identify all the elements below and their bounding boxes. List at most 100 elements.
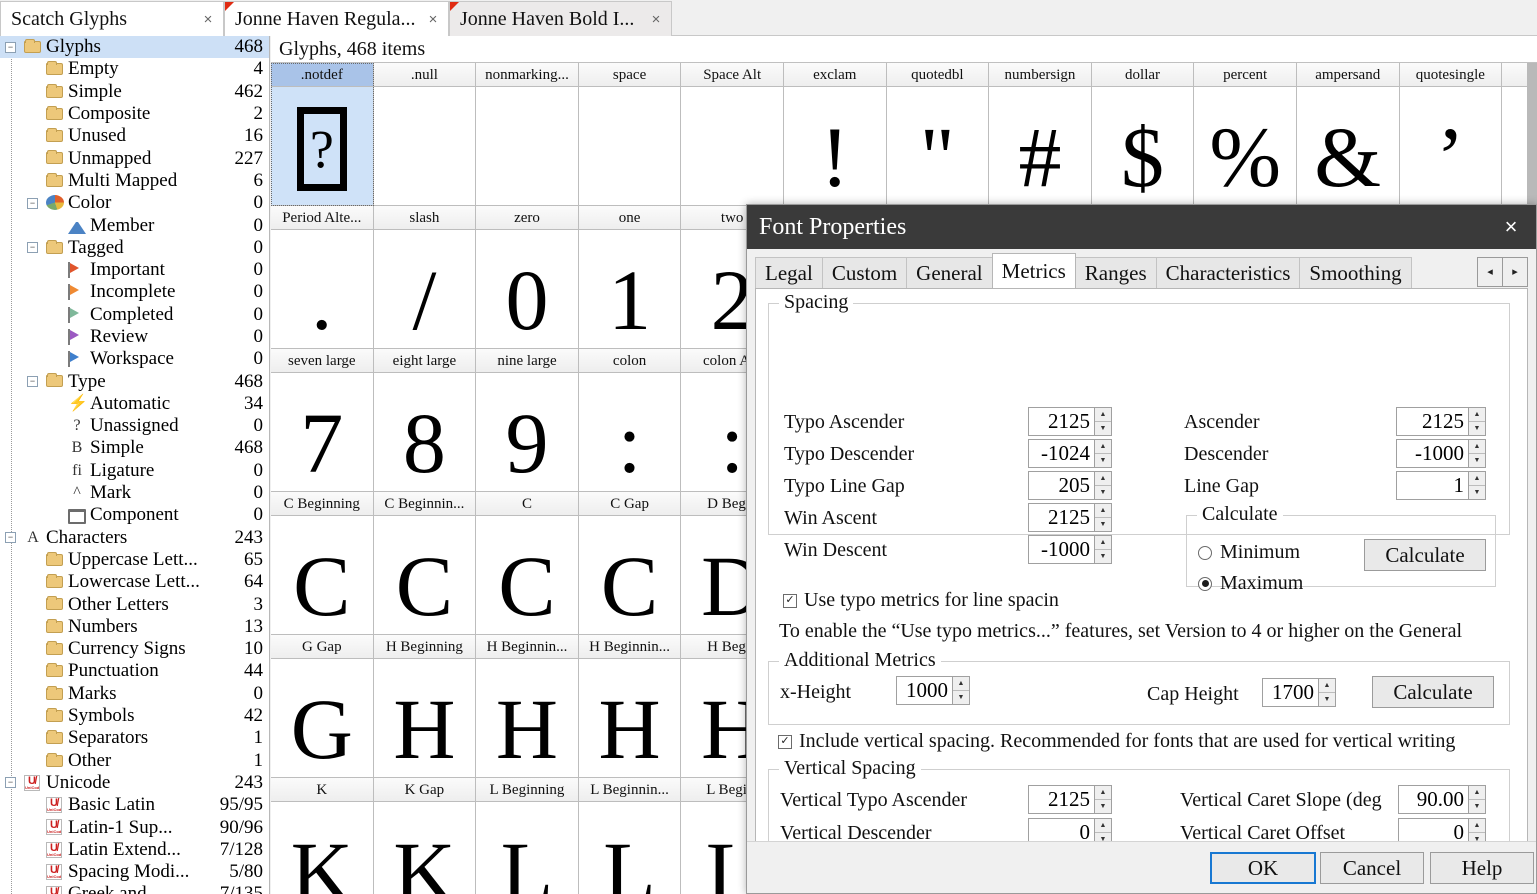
include-vertical-spacing-checkbox[interactable]: ✓ Include vertical spacing. Recommended … <box>778 730 1455 753</box>
tree-item-tagged[interactable]: − Tagged 0 <box>0 237 269 259</box>
glyph-cell[interactable]: H Beginnin... H <box>476 635 579 778</box>
tab-legal[interactable]: Legal <box>755 257 823 288</box>
tree-item-basic-latin[interactable]: U̸ UniCode Basic Latin 95/95 <box>0 794 269 816</box>
stepper-arrows[interactable]: ▲▼ <box>1094 786 1111 813</box>
glyph-cell[interactable]: CC <box>476 492 579 635</box>
ok-button[interactable]: OK <box>1210 852 1316 884</box>
x-height-value[interactable]: 1000 <box>897 677 952 704</box>
expander-collapse-icon[interactable]: − <box>5 532 16 544</box>
vertical-typo-ascender-stepper[interactable]: 2125 ▲ ▼ <box>1028 785 1112 814</box>
glyph-cell[interactable]: quotedbl " <box>886 63 990 206</box>
cap-height-stepper[interactable]: 1700 ▲ ▼ <box>1262 678 1336 707</box>
document-tab-scratch-glyphs[interactable]: Scatch Glyphs × <box>0 1 224 36</box>
tree-item-composite[interactable]: Composite 2 <box>0 103 269 125</box>
tree-item-characters[interactable]: − A Characters 243 <box>0 527 269 549</box>
tree-item-punctuation[interactable]: Punctuation 44 <box>0 660 269 682</box>
ascender-stepper[interactable]: 2125 ▲ ▼ <box>1396 407 1486 436</box>
glyph-cell[interactable]: Period Alte.... <box>271 206 374 349</box>
stepper-arrows[interactable]: ▲▼ <box>1468 472 1485 499</box>
close-icon[interactable]: × <box>424 11 442 28</box>
radio-indicator[interactable] <box>1198 576 1212 591</box>
stepper-arrows[interactable]: ▲▼ <box>1094 504 1111 531</box>
glyph-cell[interactable]: nonmarking... <box>476 63 579 206</box>
expander-collapse-icon[interactable]: − <box>27 242 38 254</box>
typo-ascender-stepper[interactable]: 2125 ▲ ▼ <box>1028 407 1112 436</box>
stepper-up-icon[interactable]: ▲ <box>1095 786 1111 800</box>
tree-item-other-letters[interactable]: Other Letters 3 <box>0 593 269 615</box>
glyph-cell[interactable]: colon: <box>578 349 682 492</box>
stepper-arrows[interactable]: ▲▼ <box>1094 536 1111 563</box>
tree-item-simple[interactable]: B Simple 468 <box>0 437 269 459</box>
stepper-up-icon[interactable]: ▲ <box>1095 440 1111 454</box>
document-tab-jonne-haven-bold-italic[interactable]: Jonne Haven Bold I... × <box>449 1 672 36</box>
descender-stepper[interactable]: -1000 ▲ ▼ <box>1396 439 1486 468</box>
chevron-left-icon[interactable]: ◂ <box>1477 256 1503 287</box>
vertical-typo-ascender-value[interactable]: 2125 <box>1029 786 1094 813</box>
stepper-up-icon[interactable]: ▲ <box>1095 408 1111 422</box>
tree-item-latin-extend[interactable]: U̸ UniCode Latin Extend... 7/128 <box>0 839 269 861</box>
tab-ranges[interactable]: Ranges <box>1074 257 1157 288</box>
expander-collapse-icon[interactable]: − <box>27 197 38 209</box>
stepper-up-icon[interactable]: ▲ <box>1319 679 1335 693</box>
checkbox-indicator[interactable]: ✓ <box>778 734 792 749</box>
typo-descender-value[interactable]: -1024 <box>1029 440 1094 467</box>
stepper-down-icon[interactable]: ▼ <box>1469 453 1485 467</box>
line-gap-value[interactable]: 1 <box>1397 472 1468 499</box>
tab-characteristics[interactable]: Characteristics <box>1155 257 1301 288</box>
tree-item-incomplete[interactable]: Incomplete 0 <box>0 281 269 303</box>
radio-indicator[interactable] <box>1198 545 1212 560</box>
glyph-cell[interactable]: eight large 8 <box>373 349 477 492</box>
tree-item-ligature[interactable]: fi Ligature 0 <box>0 460 269 482</box>
stepper-down-icon[interactable]: ▼ <box>1469 421 1485 435</box>
stepper-down-icon[interactable]: ▼ <box>953 690 969 704</box>
stepper-down-icon[interactable]: ▼ <box>1095 453 1111 467</box>
glyph-cell[interactable]: quotesingle ’ <box>1399 63 1503 206</box>
tree-item-automatic[interactable]: ⚡ Automatic 34 <box>0 393 269 415</box>
tree-item-simple[interactable]: Simple 462 <box>0 81 269 103</box>
use-typo-metrics-checkbox[interactable]: ✓ Use typo metrics for line spacin <box>783 589 1059 612</box>
tab-metrics[interactable]: Metrics <box>991 253 1076 288</box>
stepper-arrows[interactable]: ▲▼ <box>1318 679 1335 706</box>
glyph-cell[interactable]: KK <box>271 778 374 894</box>
glyph-cell[interactable]: .null <box>373 63 477 206</box>
glyph-cell[interactable]: one 1 <box>578 206 682 349</box>
glyph-cell[interactable]: space <box>578 63 682 206</box>
tree-item-important[interactable]: Important 0 <box>0 259 269 281</box>
stepper-arrows[interactable]: ▲▼ <box>1094 440 1111 467</box>
stepper-arrows[interactable]: ▲▼ <box>952 677 969 704</box>
line-gap-stepper[interactable]: 1 ▲ ▼ <box>1396 471 1486 500</box>
glyph-cell[interactable]: C Beginnin... C <box>373 492 477 635</box>
stepper-up-icon[interactable]: ▲ <box>1469 819 1485 833</box>
radio-maximum[interactable]: Maximum <box>1198 572 1303 595</box>
tree-item-completed[interactable]: Completed 0 <box>0 304 269 326</box>
stepper-arrows[interactable]: ▲▼ <box>1094 472 1111 499</box>
glyph-cell[interactable]: numbersign # <box>989 63 1092 206</box>
tree-item-spacing-modi[interactable]: U̸ UniCode Spacing Modi... 5/80 <box>0 861 269 883</box>
descender-value[interactable]: -1000 <box>1397 440 1468 467</box>
tree-item-uppercase-lett[interactable]: Uppercase Lett... 65 <box>0 549 269 571</box>
win-descent-value[interactable]: -1000 <box>1029 536 1094 563</box>
expander-collapse-icon[interactable]: − <box>5 41 16 53</box>
glyph-cell[interactable]: H Beginning H <box>373 635 477 778</box>
glyph-cell[interactable]: G Gap G <box>271 635 374 778</box>
ascender-value[interactable]: 2125 <box>1397 408 1468 435</box>
stepper-down-icon[interactable]: ▼ <box>1095 549 1111 563</box>
glyph-cell[interactable]: slash / <box>373 206 477 349</box>
stepper-up-icon[interactable]: ▲ <box>1469 440 1485 454</box>
stepper-arrows[interactable]: ▲▼ <box>1468 440 1485 467</box>
stepper-down-icon[interactable]: ▼ <box>1095 799 1111 813</box>
expander-collapse-icon[interactable]: − <box>27 376 38 388</box>
stepper-down-icon[interactable]: ▼ <box>1095 517 1111 531</box>
stepper-down-icon[interactable]: ▼ <box>1319 692 1335 706</box>
glyph-cell[interactable]: C Beginning C <box>271 492 374 635</box>
tree-item-currency-signs[interactable]: Currency Signs 10 <box>0 638 269 660</box>
calculate-spacing-button[interactable]: Calculate <box>1364 539 1486 571</box>
dialog-title-bar[interactable]: Font Properties × <box>747 205 1536 249</box>
glyph-cell[interactable]: percent% <box>1194 63 1297 206</box>
stepper-up-icon[interactable]: ▲ <box>1469 408 1485 422</box>
glyph-cell[interactable]: C Gap C <box>578 492 682 635</box>
stepper-up-icon[interactable]: ▲ <box>1469 786 1485 800</box>
tree-item-greek-and[interactable]: U̸UniCode Greek and ... 7/135 <box>0 883 269 894</box>
tab-scroll-buttons[interactable]: ◂ ▸ <box>1477 256 1528 287</box>
tree-item-numbers[interactable]: Numbers 13 <box>0 616 269 638</box>
